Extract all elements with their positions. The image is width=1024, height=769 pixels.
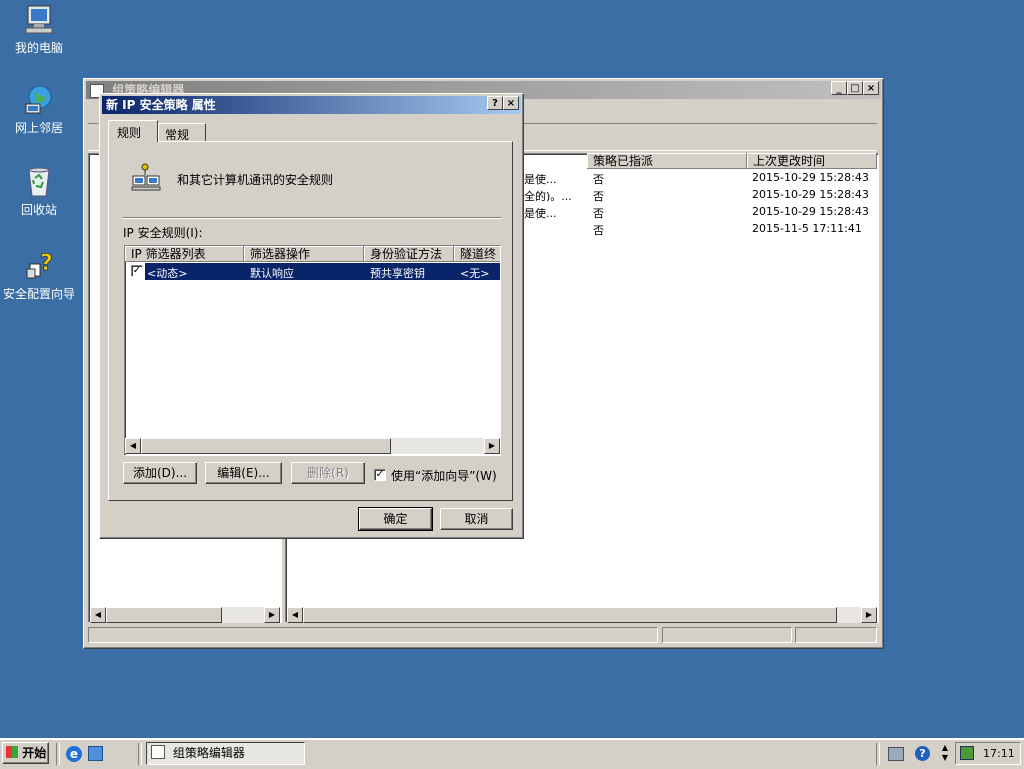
rule-enabled-checkbox[interactable]: ✓ xyxy=(131,265,143,277)
tab-general[interactable]: 常规 xyxy=(158,123,206,142)
system-tray: 17:11 xyxy=(955,742,1021,765)
ip-security-policy-dialog: 新 IP 安全策略 属性 ? × 规则 常规 和其它计算机通讯的安全规则 IP … xyxy=(99,93,524,539)
quick-launch-divider xyxy=(56,743,60,765)
dialog-title: 新 IP 安全策略 属性 xyxy=(106,98,216,112)
column-header-filter-action[interactable]: 筛选器操作 xyxy=(244,246,364,262)
desktop-icon-my-computer[interactable]: 我的电脑 xyxy=(0,4,79,56)
close-button[interactable]: × xyxy=(503,96,519,110)
task-label: 组策略编辑器 xyxy=(172,746,245,760)
separator xyxy=(123,217,501,219)
help-tray-icon[interactable]: ? xyxy=(915,746,930,761)
show-desktop-icon[interactable] xyxy=(88,746,103,761)
row-modified: 2015-10-29 15:28:43 xyxy=(752,188,869,201)
row-modified: 2015-10-29 15:28:43 xyxy=(752,171,869,184)
computer-icon xyxy=(22,4,56,36)
scroll-left-arrow-icon[interactable]: ◀ xyxy=(125,438,141,454)
rules-list-hscrollbar[interactable]: ◀ ▶ xyxy=(125,438,500,454)
delete-button[interactable]: 删除(R) xyxy=(291,462,365,484)
list-pane-hscrollbar[interactable]: ◀ ▶ xyxy=(287,607,877,623)
desktop-icon-label: 回收站 xyxy=(20,203,57,217)
scroll-thumb[interactable] xyxy=(106,607,222,623)
minimize-button[interactable]: _ xyxy=(831,81,847,95)
rule-auth-method: 预共享密钥 xyxy=(370,267,425,280)
security-tray-icon[interactable] xyxy=(960,746,974,760)
row-modified: 2015-10-29 15:28:43 xyxy=(752,205,869,218)
column-header-auth-method[interactable]: 身份验证方法 xyxy=(364,246,454,262)
row-assigned: 否 xyxy=(593,207,604,220)
desktop-icon-network[interactable]: 网上邻居 xyxy=(0,84,79,136)
tray-divider xyxy=(876,743,880,765)
scroll-thumb[interactable] xyxy=(303,607,837,623)
status-bar-section xyxy=(795,627,877,643)
recycle-bin-icon xyxy=(22,166,56,198)
status-bar-section xyxy=(88,627,658,643)
desktop-icon-recycle-bin[interactable]: 回收站 xyxy=(0,166,79,218)
use-wizard-label[interactable]: 使用“添加向导”(W) xyxy=(391,467,497,484)
use-wizard-checkbox[interactable]: ✓ xyxy=(374,469,386,481)
rule-filter-action: 默认响应 xyxy=(250,267,294,280)
rules-list[interactable]: IP 筛选器列表 筛选器操作 身份验证方法 隧道终 ✓ <动态> 默认响应 预共… xyxy=(124,245,501,456)
internet-explorer-icon[interactable]: e xyxy=(66,746,82,762)
rules-label: IP 安全规则(I): xyxy=(123,226,203,240)
desktop-icon-label: 安全配置向导 xyxy=(2,287,75,301)
security-wizard-icon: ? xyxy=(22,250,56,282)
desktop-icon-label: 网上邻居 xyxy=(14,121,63,135)
column-header-filter-list[interactable]: IP 筛选器列表 xyxy=(125,246,244,262)
row-modified: 2015-11-5 17:11:41 xyxy=(752,222,862,235)
close-button[interactable]: × xyxy=(863,81,879,95)
dialog-titlebar[interactable]: 新 IP 安全策略 属性 xyxy=(102,96,521,114)
rule-row[interactable]: ✓ <动态> 默认响应 预共享密钥 <无> xyxy=(125,263,500,280)
network-icon xyxy=(22,84,56,116)
tab-label: 常规 xyxy=(165,128,190,142)
tab-label: 规则 xyxy=(117,126,142,140)
column-header-modified[interactable]: 上次更改时间 xyxy=(747,153,877,169)
scroll-thumb[interactable] xyxy=(141,438,391,454)
column-header-tunnel[interactable]: 隧道终 xyxy=(454,246,500,262)
computers-network-icon xyxy=(131,162,163,194)
status-bar-section xyxy=(662,627,792,643)
desktop-icon-security-wizard[interactable]: ? 安全配置向导 xyxy=(0,250,79,302)
row-description: 全的)。... xyxy=(524,190,572,203)
rule-filter-list: <动态> xyxy=(147,267,188,280)
tray-scroll-arrows-icon[interactable]: ▲ ▼ xyxy=(940,743,950,765)
row-description: 是使... xyxy=(524,173,557,186)
tree-pane-hscrollbar[interactable]: ◀ ▶ xyxy=(90,607,280,623)
scroll-right-arrow-icon[interactable]: ▶ xyxy=(264,607,280,623)
start-label: 开始 xyxy=(22,746,47,760)
taskbar: 开始 e 组策略编辑器 ? ▲ ▼ 17:11 xyxy=(0,738,1024,769)
tab-rules[interactable]: 规则 xyxy=(108,120,158,142)
edit-button[interactable]: 编辑(E)... xyxy=(205,462,282,484)
rule-tunnel: <无> xyxy=(460,267,490,280)
rule-row-highlight xyxy=(145,263,500,280)
dialog-description: 和其它计算机通讯的安全规则 xyxy=(177,173,334,187)
row-description: 是使... xyxy=(524,207,557,220)
taskbar-divider xyxy=(138,743,142,765)
clock[interactable]: 17:11 xyxy=(983,747,1015,760)
svg-text:?: ? xyxy=(40,251,53,276)
scroll-right-arrow-icon[interactable]: ▶ xyxy=(861,607,877,623)
gpo-task-icon xyxy=(151,745,165,759)
cancel-button[interactable]: 取消 xyxy=(440,508,513,530)
network-tray-icon[interactable] xyxy=(888,747,904,761)
column-header-assigned[interactable]: 策略已指派 xyxy=(587,153,747,169)
row-assigned: 否 xyxy=(593,224,604,237)
row-assigned: 否 xyxy=(593,190,604,203)
scroll-left-arrow-icon[interactable]: ◀ xyxy=(287,607,303,623)
add-button[interactable]: 添加(D)... xyxy=(123,462,197,484)
ok-button[interactable]: 确定 xyxy=(358,507,433,531)
tab-page: 和其它计算机通讯的安全规则 IP 安全规则(I): IP 筛选器列表 筛选器操作… xyxy=(108,141,513,501)
desktop-icon-label: 我的电脑 xyxy=(14,41,63,55)
scroll-right-arrow-icon[interactable]: ▶ xyxy=(484,438,500,454)
help-button[interactable]: ? xyxy=(487,96,503,110)
taskbar-button-gpo-editor[interactable]: 组策略编辑器 xyxy=(146,742,305,765)
row-assigned: 否 xyxy=(593,173,604,186)
scroll-left-arrow-icon[interactable]: ◀ xyxy=(90,607,106,623)
maximize-button[interactable]: □ xyxy=(847,81,863,95)
windows-logo-icon xyxy=(6,746,18,758)
start-button[interactable]: 开始 xyxy=(2,742,49,764)
